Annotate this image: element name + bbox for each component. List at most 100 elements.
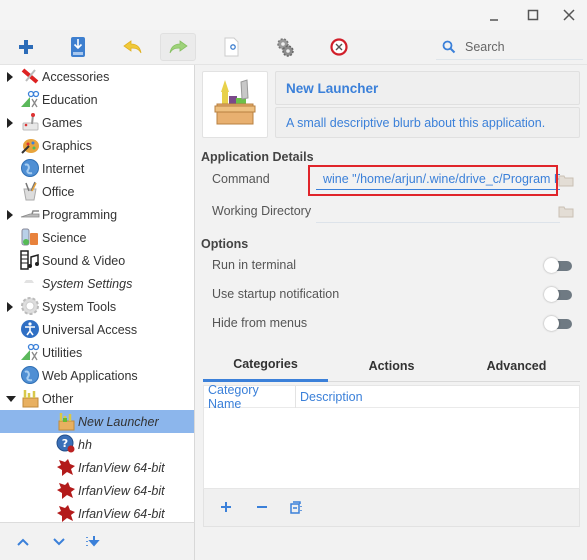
search-input[interactable] [465,39,575,54]
system-settings-icon [24,280,34,283]
expand-arrow-icon[interactable] [6,302,14,312]
svg-text:?: ? [62,437,68,450]
tree-item-label: Office [42,184,75,199]
system-tools-icon [21,297,39,315]
maximize-button[interactable] [523,5,543,25]
tree-item-office[interactable]: Office [0,180,194,203]
tree-item-graphics[interactable]: Graphics [0,134,194,157]
save-button[interactable] [63,33,93,61]
chevron-up-icon [17,538,29,546]
add-launcher-button[interactable] [11,33,41,61]
programming-icon [20,210,40,218]
tab-actions[interactable]: Actions [329,349,454,382]
redo-button[interactable] [160,33,196,61]
delete-button[interactable] [324,33,354,61]
tree-item-education[interactable]: Education [0,88,194,111]
working-directory-input[interactable] [316,201,560,223]
preferences-button[interactable] [270,33,300,61]
tab-advanced[interactable]: Advanced [454,349,579,382]
tree-item-sound-video[interactable]: Sound & Video [0,249,194,272]
universal-access-icon [21,320,39,338]
launcher-icon [214,79,256,125]
close-button[interactable] [559,5,579,25]
startup-notification-toggle[interactable] [544,287,572,302]
tree-item-accessories[interactable]: Accessories [0,65,194,88]
tree-item-label: IrfanView 64-bit [78,506,165,521]
tree-item-internet[interactable]: Internet [0,157,194,180]
command-label: Command [212,172,270,186]
tree-item-irfanview-3[interactable]: IrfanView 64-bit [0,502,194,522]
tree-item-games[interactable]: Games [0,111,194,134]
accessories-icon [21,68,39,84]
sidebar-footer [0,522,195,560]
undo-button[interactable] [118,33,148,61]
app-icon-button[interactable] [202,71,268,138]
move-down-button[interactable] [50,533,68,551]
tree-item-label: IrfanView 64-bit [78,483,165,498]
internet-icon [21,159,39,177]
tree-item-label: System Tools [42,299,117,314]
tree-item-label: Universal Access [42,322,138,337]
tree-item-utilities[interactable]: Utilities [0,341,194,364]
save-icon [71,37,85,57]
launcher-icon [58,413,75,431]
chevron-down-icon [53,538,65,546]
remove-category-button[interactable] [254,499,270,515]
tab-categories[interactable]: Categories [203,349,328,382]
hide-from-menus-toggle[interactable] [544,316,572,331]
tree-item-label: Education [42,92,98,107]
wine-help-icon: ? [56,434,75,453]
tree-item-web-applications[interactable]: Web Applications [0,364,194,387]
tree-item-other[interactable]: Other [0,387,194,410]
web-applications-icon [21,366,39,384]
minimize-icon [490,19,498,21]
revert-button[interactable] [216,33,246,61]
move-up-button[interactable] [14,533,32,551]
run-in-terminal-label: Run in terminal [212,258,297,272]
gears-icon [277,38,294,57]
search-box[interactable] [436,34,583,60]
browse-working-directory-icon[interactable] [558,204,574,218]
tree-item-label: Utilities [42,345,83,360]
categories-footer [203,489,580,527]
expand-arrow-icon[interactable] [6,118,14,128]
add-category-button[interactable] [218,499,234,515]
tree-item-system-settings[interactable]: System Settings [0,272,194,295]
sort-button[interactable] [84,533,102,551]
app-name-field[interactable]: New Launcher [275,71,580,105]
tree-item-universal-access[interactable]: Universal Access [0,318,194,341]
search-icon [442,40,456,53]
minimize-button[interactable] [484,5,504,25]
column-header-description[interactable]: Description [296,386,363,408]
expand-arrow-icon[interactable] [6,210,14,220]
category-tree: Accessories Education Games Graphics Int… [0,65,195,522]
tree-item-science[interactable]: Science [0,226,194,249]
tree-item-hh[interactable]: ? hh [0,433,194,456]
utilities-icon [21,343,40,361]
tree-item-new-launcher[interactable]: New Launcher [0,410,194,433]
plus-icon [221,502,231,512]
tree-item-label: Games [42,115,83,130]
tree-item-irfanview-2[interactable]: IrfanView 64-bit [0,479,194,502]
other-icon [22,390,39,408]
office-icon [23,181,37,201]
expand-arrow-icon[interactable] [6,72,14,82]
browse-command-folder-icon[interactable] [558,173,574,187]
toolbar [0,30,587,65]
tree-item-system-tools[interactable]: System Tools [0,295,194,318]
hide-from-menus-label: Hide from menus [212,316,308,330]
irfanview-icon [57,482,75,499]
app-description-field[interactable]: A small descriptive blurb about this app… [275,107,580,138]
collapse-arrow-icon[interactable] [6,395,16,403]
clear-categories-button[interactable] [289,499,305,515]
sort-icon [86,536,100,547]
delete-icon [330,38,348,56]
tree-item-label: Internet [42,161,85,176]
working-directory-label: Working Directory [212,204,312,218]
column-header-category-name[interactable]: Category Name [204,383,296,411]
games-icon [22,113,39,131]
run-in-terminal-toggle[interactable] [544,258,572,273]
tree-item-programming[interactable]: Programming [0,203,194,226]
title-bar [0,0,587,30]
tree-item-irfanview-1[interactable]: IrfanView 64-bit [0,456,194,479]
